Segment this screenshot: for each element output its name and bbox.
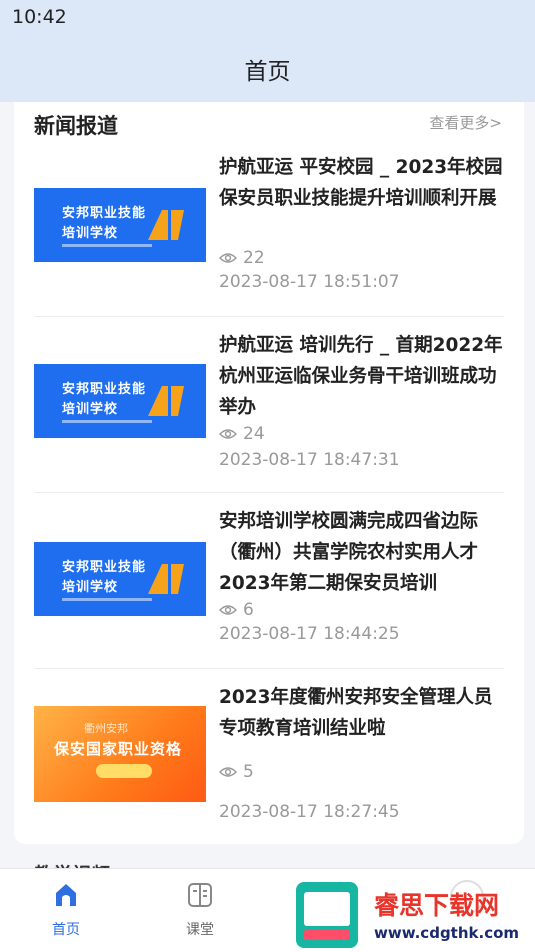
view-count: 6: [219, 600, 254, 620]
nav-classroom-label: 课堂: [186, 922, 214, 938]
news-thumbnail: 衢州安邦 保安国家职业资格: [34, 706, 206, 802]
news-item[interactable]: 安邦职业技能 培训学校 安邦培训学校圆满完成四省边际（衢州）共富学院农村实用人才…: [34, 492, 504, 669]
eye-icon: [219, 429, 237, 439]
thumbnail-text: 安邦职业技能: [62, 206, 147, 221]
section-title: 新闻报道: [34, 114, 118, 138]
news-thumbnail: 安邦职业技能 培训学校: [34, 364, 206, 438]
news-title: 护航亚运 培训先行 _ 首期2022年杭州亚运临保业务骨干培训班成功举办: [219, 335, 503, 418]
watermark: 睿思下载网 www.cdgthk.com: [296, 880, 535, 951]
news-item[interactable]: 衢州安邦 保安国家职业资格 2023年度衢州安邦安全管理人员专项教育培训结业啦 …: [34, 668, 504, 844]
news-date: 2023-08-17 18:44:25: [219, 624, 400, 644]
thumbnail-text: 培训学校: [62, 402, 119, 417]
logo-mark-icon: [148, 386, 184, 416]
thumbnail-decoration: [62, 244, 152, 247]
eye-icon: [219, 767, 237, 777]
app-header: 首页: [0, 38, 535, 102]
news-title: 护航亚运 平安校园 _ 2023年校园保安员职业技能提升培训顺利开展: [219, 157, 503, 209]
news-title: 安邦培训学校圆满完成四省边际（衢州）共富学院农村实用人才2023年第二期保安员培…: [219, 511, 479, 594]
logo-mark-icon: [148, 564, 184, 594]
news-date: 2023-08-17 18:27:45: [219, 802, 400, 822]
view-more-link[interactable]: 查看更多>: [429, 112, 502, 133]
eye-icon: [219, 605, 237, 615]
status-time: 10:42: [12, 6, 67, 28]
news-section: 新闻报道 查看更多> 安邦职业技能 培训学校 护航亚运 平安校园 _ 2023年…: [14, 102, 524, 844]
view-count-value: 5: [243, 762, 254, 782]
thumbnail-text: 保安国家职业资格: [54, 740, 183, 758]
logo-mark-icon: [148, 210, 184, 240]
thumbnail-badge: [96, 764, 152, 778]
watermark-title: 睿思下载网: [374, 891, 500, 920]
home-icon: [56, 884, 76, 906]
thumbnail-decoration: [62, 420, 152, 423]
news-item[interactable]: 安邦职业技能 培训学校 护航亚运 培训先行 _ 首期2022年杭州亚运临保业务骨…: [34, 316, 504, 493]
news-date: 2023-08-17 18:51:07: [219, 272, 400, 292]
thumbnail-text: 安邦职业技能: [62, 382, 147, 397]
news-date: 2023-08-17 18:47:31: [219, 450, 400, 470]
thumbnail-text: 安邦职业技能: [62, 560, 147, 575]
page-title: 首页: [244, 59, 291, 85]
thumbnail-text: 培训学校: [62, 580, 119, 595]
view-count-value: 24: [243, 424, 265, 444]
nav-home-label: 首页: [52, 922, 80, 938]
classroom-icon: [188, 883, 212, 907]
eye-icon: [219, 253, 237, 263]
news-item[interactable]: 安邦职业技能 培训学校 护航亚运 平安校园 _ 2023年校园保安员职业技能提升…: [34, 140, 504, 317]
view-count: 22: [219, 248, 265, 268]
watermark-logo-icon: [296, 882, 358, 948]
view-count-value: 6: [243, 600, 254, 620]
thumbnail-text: 培训学校: [62, 226, 119, 241]
thumbnail-text: 衢州安邦: [84, 722, 128, 735]
news-thumbnail: 安邦职业技能 培训学校: [34, 542, 206, 616]
view-count-value: 22: [243, 248, 265, 268]
watermark-url: www.cdgthk.com: [374, 924, 520, 942]
news-thumbnail: 安邦职业技能 培训学校: [34, 188, 206, 262]
thumbnail-decoration: [62, 598, 152, 601]
news-title: 2023年度衢州安邦安全管理人员专项教育培训结业啦: [219, 687, 493, 739]
view-count: 5: [219, 762, 254, 782]
status-bar: 10:42: [0, 0, 535, 38]
view-count: 24: [219, 424, 265, 444]
